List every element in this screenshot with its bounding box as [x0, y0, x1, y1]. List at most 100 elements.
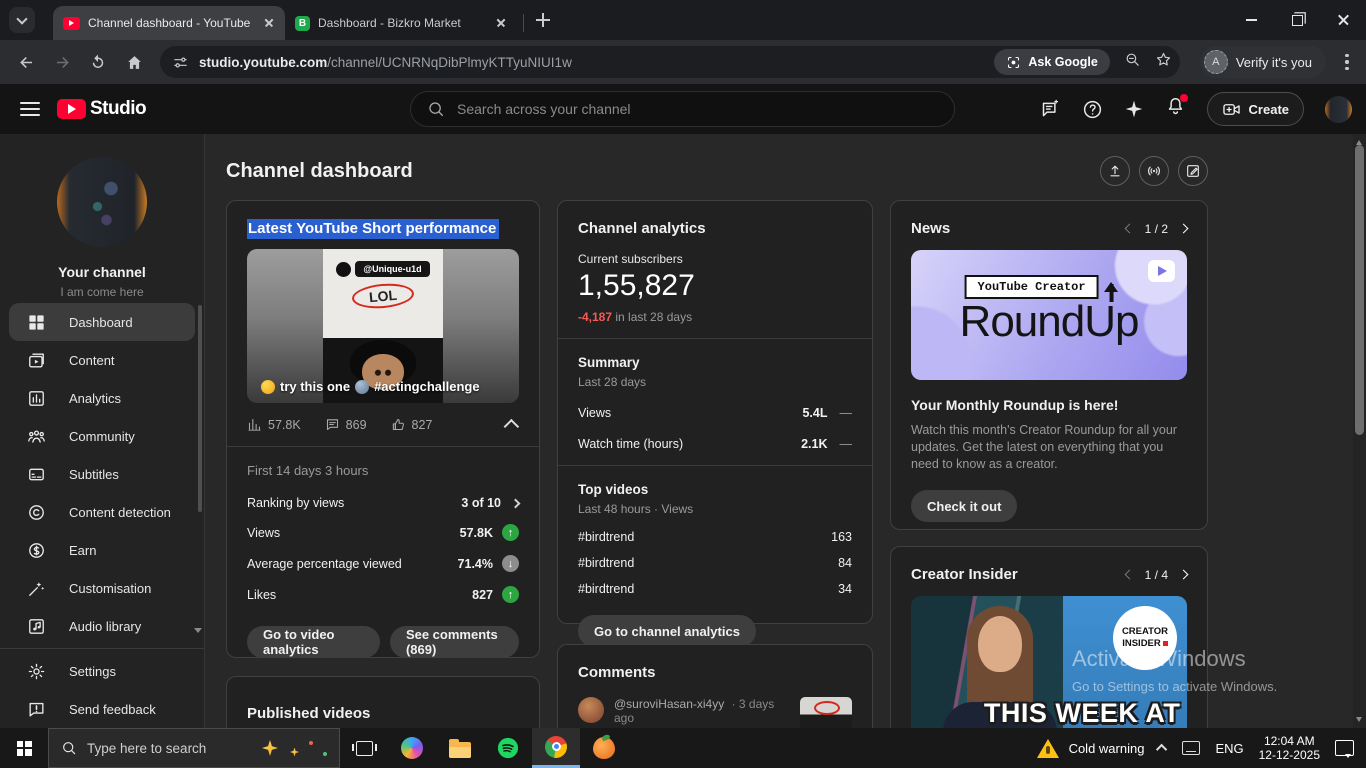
tab-search-button[interactable]: [9, 7, 35, 33]
go-to-video-analytics-button[interactable]: Go to video analytics: [247, 626, 380, 658]
taskbar-search-input[interactable]: [87, 741, 252, 756]
fl-studio-button[interactable]: [580, 728, 628, 768]
chrome-button[interactable]: [532, 728, 580, 768]
see-comments-button[interactable]: See comments (869): [390, 626, 519, 658]
home-button[interactable]: [118, 46, 150, 78]
tab-close-icon[interactable]: [493, 15, 509, 31]
tab-channel-dashboard[interactable]: Channel dashboard - YouTube S: [53, 6, 285, 40]
sidebar-item-customisation[interactable]: Customisation: [0, 569, 204, 607]
sidebar-scroll-arrow-icon[interactable]: [194, 628, 202, 637]
caption-text: try this one: [280, 379, 350, 394]
trend-up-icon: ↑: [502, 524, 519, 541]
metric-label: Average percentage viewed: [247, 557, 402, 571]
metric-row-views: Views 57.8K ↑: [247, 524, 519, 541]
window-restore-button[interactable]: [1274, 0, 1320, 40]
site-settings-icon[interactable]: [172, 54, 189, 71]
audio-library-icon: [27, 617, 46, 636]
top-video-row[interactable]: #birdtrend 163: [578, 530, 852, 544]
studio-logo[interactable]: Studio: [57, 98, 146, 120]
upload-video-button[interactable]: [1100, 156, 1130, 186]
account-avatar[interactable]: [1325, 96, 1352, 123]
short-thumbnail[interactable]: @Unique-u1d LOL try this one #actingchal…: [247, 249, 519, 403]
sparkle-icon[interactable]: [1124, 99, 1144, 119]
top-video-row[interactable]: #birdtrend 84: [578, 556, 852, 570]
metric-row-ranking[interactable]: Ranking by views 3 of 10: [247, 496, 519, 510]
chevron-left-icon[interactable]: [1124, 570, 1134, 580]
sidebar-item-community[interactable]: Community: [0, 417, 204, 455]
spotify-button[interactable]: [484, 728, 532, 768]
metric-label: Views: [247, 526, 280, 540]
edit-button[interactable]: [1178, 156, 1208, 186]
chevron-right-icon[interactable]: [1179, 570, 1189, 580]
comment-author[interactable]: @suroviHasan-xi4yy: [614, 697, 724, 711]
sidebar-item-earn[interactable]: Earn: [0, 531, 204, 569]
sidebar-item-subtitles[interactable]: Subtitles: [0, 455, 204, 493]
chevron-right-icon[interactable]: [1179, 224, 1189, 234]
insider-video-thumbnail[interactable]: THIS WEEK AT YOUTUBE CREATOR INSIDER: [911, 596, 1187, 728]
file-explorer-button[interactable]: [436, 728, 484, 768]
sidebar-item-label: Settings: [69, 664, 116, 679]
tab-close-icon[interactable]: [261, 15, 277, 31]
touch-keyboard-icon[interactable]: [1182, 741, 1200, 755]
collapse-chevron-icon[interactable]: [504, 419, 520, 435]
window-minimize-button[interactable]: [1228, 0, 1274, 40]
sidebar-item-settings[interactable]: Settings: [0, 652, 204, 690]
reload-button[interactable]: [82, 46, 114, 78]
news-banner[interactable]: YouTube Creator RoundUp: [911, 250, 1187, 380]
tab-bizkro-market[interactable]: B Dashboard - Bizkro Market: [285, 6, 517, 40]
start-button[interactable]: [0, 728, 48, 768]
top-video-row[interactable]: #birdtrend 34: [578, 582, 852, 596]
weather-status[interactable]: Cold warning: [1037, 739, 1145, 758]
browser-menu-button[interactable]: [1338, 54, 1356, 70]
play-button-icon[interactable]: [1148, 260, 1175, 282]
sidebar-item-audio-library[interactable]: Audio library: [0, 607, 204, 645]
notifications-button[interactable]: [1165, 96, 1186, 122]
forward-button[interactable]: [46, 46, 78, 78]
language-indicator[interactable]: ENG: [1215, 741, 1243, 756]
go-to-channel-analytics-button[interactable]: Go to channel analytics: [578, 615, 756, 647]
subtitles-icon: [27, 465, 46, 484]
channel-avatar[interactable]: [57, 157, 147, 247]
sidebar-item-send-feedback[interactable]: Send feedback: [0, 690, 204, 728]
sidebar-item-analytics[interactable]: Analytics: [0, 379, 204, 417]
views-stat: 57.8K: [247, 417, 301, 432]
help-icon[interactable]: [1082, 99, 1103, 120]
sidebar-scrollbar[interactable]: [198, 305, 202, 512]
zoom-button[interactable]: [1124, 51, 1141, 73]
comment-video-thumbnail[interactable]: [800, 697, 852, 728]
studio-search-bar[interactable]: [410, 91, 955, 127]
comment-item[interactable]: @suroviHasan-xi4yy · 3 days ago [LoL]: [578, 697, 852, 728]
window-close-button[interactable]: [1320, 0, 1366, 40]
notifications-icon[interactable]: [1335, 740, 1354, 756]
tray-chevron-icon[interactable]: [1156, 744, 1167, 755]
menu-hamburger-icon[interactable]: [20, 102, 40, 116]
go-live-button[interactable]: [1139, 156, 1169, 186]
address-bar[interactable]: studio.youtube.com/channel/UCNRNqDibPlmy…: [160, 46, 1180, 78]
clock[interactable]: 12:04 AM 12-12-2025: [1259, 734, 1320, 763]
send-feedback-icon: [27, 700, 46, 719]
new-tab-button[interactable]: [530, 7, 556, 33]
sidebar-item-dashboard[interactable]: Dashboard: [9, 303, 195, 341]
chevron-left-icon[interactable]: [1124, 224, 1134, 234]
sidebar-item-content-detection[interactable]: Content detection: [0, 493, 204, 531]
selected-text: Latest YouTube Short performance: [247, 219, 499, 239]
check-it-out-button[interactable]: Check it out: [911, 490, 1017, 522]
page-scrollbar[interactable]: [1353, 134, 1366, 728]
scrollbar-thumb[interactable]: [1355, 145, 1364, 435]
taskbar-search[interactable]: [48, 728, 340, 768]
task-view-button[interactable]: [340, 728, 388, 768]
banner-title-part1: Round: [960, 297, 1085, 346]
copilot-button[interactable]: [388, 728, 436, 768]
studio-search-input[interactable]: [457, 101, 938, 117]
scroll-down-arrow-icon[interactable]: [1356, 717, 1362, 725]
bookmark-button[interactable]: [1155, 51, 1172, 73]
verify-profile-button[interactable]: A Verify it's you: [1200, 46, 1326, 78]
analytics-icon: [27, 389, 46, 408]
back-button[interactable]: [10, 46, 42, 78]
sidebar-item-label: Dashboard: [69, 315, 133, 330]
ask-google-button[interactable]: Ask Google: [994, 49, 1109, 75]
sidebar-item-content[interactable]: Content: [0, 341, 204, 379]
scroll-up-arrow-icon[interactable]: [1356, 137, 1362, 145]
feedback-icon[interactable]: [1040, 99, 1061, 120]
create-button[interactable]: Create: [1207, 92, 1304, 126]
